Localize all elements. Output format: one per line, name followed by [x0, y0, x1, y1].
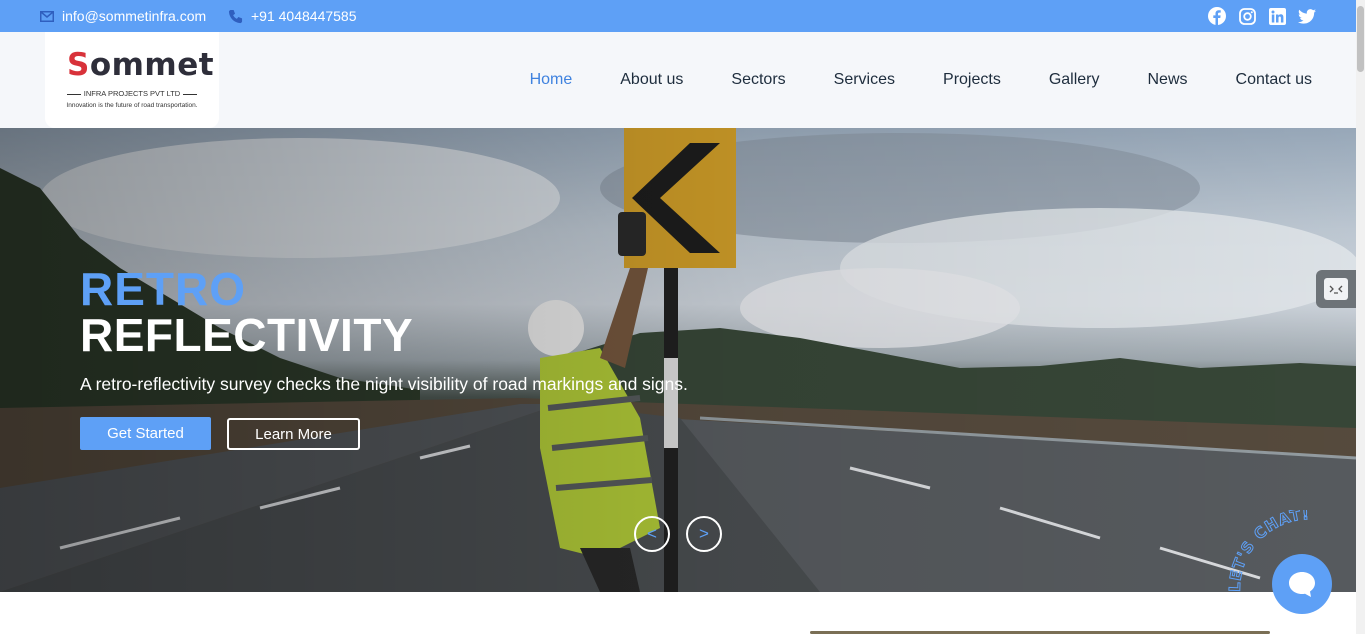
nav-sectors[interactable]: Sectors — [731, 71, 785, 89]
nav-home[interactable]: Home — [530, 71, 573, 89]
mail-icon — [40, 10, 54, 22]
chat-button[interactable] — [1272, 554, 1332, 614]
nav-services[interactable]: Services — [834, 71, 895, 89]
company-logo[interactable]: Sommet INFRA PROJECTS PVT LTD Innovation… — [45, 32, 219, 128]
get-started-button[interactable]: Get Started — [80, 417, 211, 450]
twitter-icon[interactable] — [1298, 7, 1316, 25]
hero-slider: RETRO REFLECTIVITY A retro-reflectivity … — [0, 128, 1356, 592]
phone-contact[interactable]: +91 4048447585 — [228, 0, 357, 32]
chat-bubble-icon — [1289, 572, 1315, 597]
instagram-icon[interactable] — [1238, 7, 1256, 25]
email-text: info@sommetinfra.com — [62, 8, 207, 24]
main-nav: Home About us Sectors Services Projects … — [482, 32, 1312, 128]
logo-subtitle-text: INFRA PROJECTS PVT LTD — [83, 89, 181, 98]
nav-about-us[interactable]: About us — [620, 71, 683, 89]
logo-brand: Sommet — [67, 50, 214, 81]
logo-subtitle: INFRA PROJECTS PVT LTD — [45, 89, 219, 98]
logo-brand-initial: S — [67, 47, 90, 83]
page-scrollbar[interactable] — [1356, 0, 1365, 634]
side-widget-tab[interactable] — [1316, 270, 1356, 308]
nav-gallery[interactable]: Gallery — [1049, 71, 1100, 89]
nav-contact-us[interactable]: Contact us — [1236, 71, 1312, 89]
logo-brand-rest: ommet — [89, 47, 215, 83]
logo-tagline: Innovation is the future of road transpo… — [66, 102, 198, 109]
hero-title-main: REFLECTIVITY — [80, 309, 414, 361]
slider-next-button[interactable]: > — [686, 516, 722, 552]
site-header: Sommet INFRA PROJECTS PVT LTD Innovation… — [0, 32, 1356, 128]
slider-prev-button[interactable]: < — [634, 516, 670, 552]
facebook-icon[interactable] — [1208, 7, 1226, 25]
nav-projects[interactable]: Projects — [943, 71, 1001, 89]
linkedin-icon[interactable] — [1268, 7, 1286, 25]
side-widget-icon — [1324, 278, 1348, 300]
email-contact[interactable]: info@sommetinfra.com — [40, 0, 206, 32]
scrollbar-thumb[interactable] — [1357, 6, 1364, 72]
nav-news[interactable]: News — [1148, 71, 1188, 89]
phone-icon — [228, 9, 243, 23]
phone-text: +91 4048447585 — [251, 8, 357, 24]
hero-description: A retro-reflectivity survey checks the n… — [80, 374, 688, 394]
learn-more-button[interactable]: Learn More — [227, 418, 360, 450]
next-section — [0, 592, 1356, 634]
social-links — [1208, 0, 1316, 32]
top-bar: info@sommetinfra.com +91 4048447585 — [0, 0, 1356, 32]
